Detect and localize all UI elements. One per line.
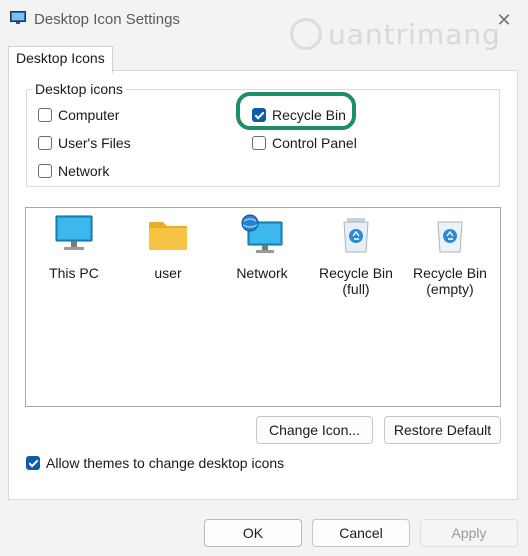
checkbox-label: Control Panel	[272, 135, 357, 151]
icon-label: Recycle Bin (full)	[319, 265, 393, 297]
folder-icon	[149, 222, 187, 250]
icon-label: This PC	[49, 265, 99, 281]
icon-label: Recycle Bin (empty)	[413, 265, 487, 297]
checkbox-users-files[interactable]: User's Files	[38, 133, 131, 153]
group-legend: Desktop icons	[32, 81, 126, 97]
tab-desktop-icons[interactable]: Desktop Icons	[8, 46, 113, 73]
checkbox-label: Computer	[58, 107, 120, 123]
icon-label: Network	[236, 265, 288, 281]
checkbox-network[interactable]: Network	[38, 161, 109, 181]
watermark: uantrimang	[290, 14, 510, 54]
checkbox-allow-themes[interactable]: Allow themes to change desktop icons	[26, 453, 284, 473]
highlight-ring	[236, 92, 356, 130]
icon-item-user[interactable]: user	[123, 214, 213, 281]
checkbox-label: Network	[58, 163, 110, 179]
restore-default-button[interactable]: Restore Default	[384, 416, 501, 444]
icon-item-recycle-bin-full[interactable]: Recycle Bin (full)	[311, 214, 401, 297]
icon-item-recycle-bin-empty[interactable]: Recycle Bin (empty)	[405, 214, 495, 297]
apply-button[interactable]: Apply	[420, 519, 518, 547]
checkbox-box[interactable]	[252, 136, 266, 150]
checkbox-label: Allow themes to change desktop icons	[46, 455, 285, 471]
ok-button[interactable]: OK	[204, 519, 302, 547]
desktop-settings-icon	[10, 11, 26, 24]
checkbox-box[interactable]	[38, 164, 52, 178]
change-icon-button[interactable]: Change Icon...	[256, 416, 373, 444]
monitor-icon	[55, 215, 93, 250]
checkbox-label: User's Files	[58, 135, 131, 151]
desktop-icon-list[interactable]: This PC user Network Recycle Bin (full) …	[25, 207, 501, 407]
recycle-bin-full-icon	[343, 218, 369, 253]
watermark-text: uantrimang	[328, 18, 501, 51]
checkbox-box[interactable]	[38, 136, 52, 150]
checkbox-computer[interactable]: Computer	[38, 105, 119, 125]
icon-item-this-pc[interactable]: This PC	[29, 214, 119, 281]
cancel-button[interactable]: Cancel	[312, 519, 410, 547]
watermark-logo-icon	[290, 18, 322, 50]
desktop-icon-settings-dialog: Desktop Icon Settings ✕ uantrimang Deskt…	[0, 0, 528, 556]
checkbox-box[interactable]	[38, 108, 52, 122]
window-title: Desktop Icon Settings	[34, 11, 180, 28]
network-icon	[241, 214, 283, 253]
icon-item-network[interactable]: Network	[217, 214, 307, 281]
icon-label: user	[154, 265, 182, 281]
checkbox-control-panel[interactable]: Control Panel	[252, 133, 357, 153]
checkbox-box-checked[interactable]	[26, 456, 40, 470]
recycle-bin-empty-icon	[437, 221, 463, 253]
